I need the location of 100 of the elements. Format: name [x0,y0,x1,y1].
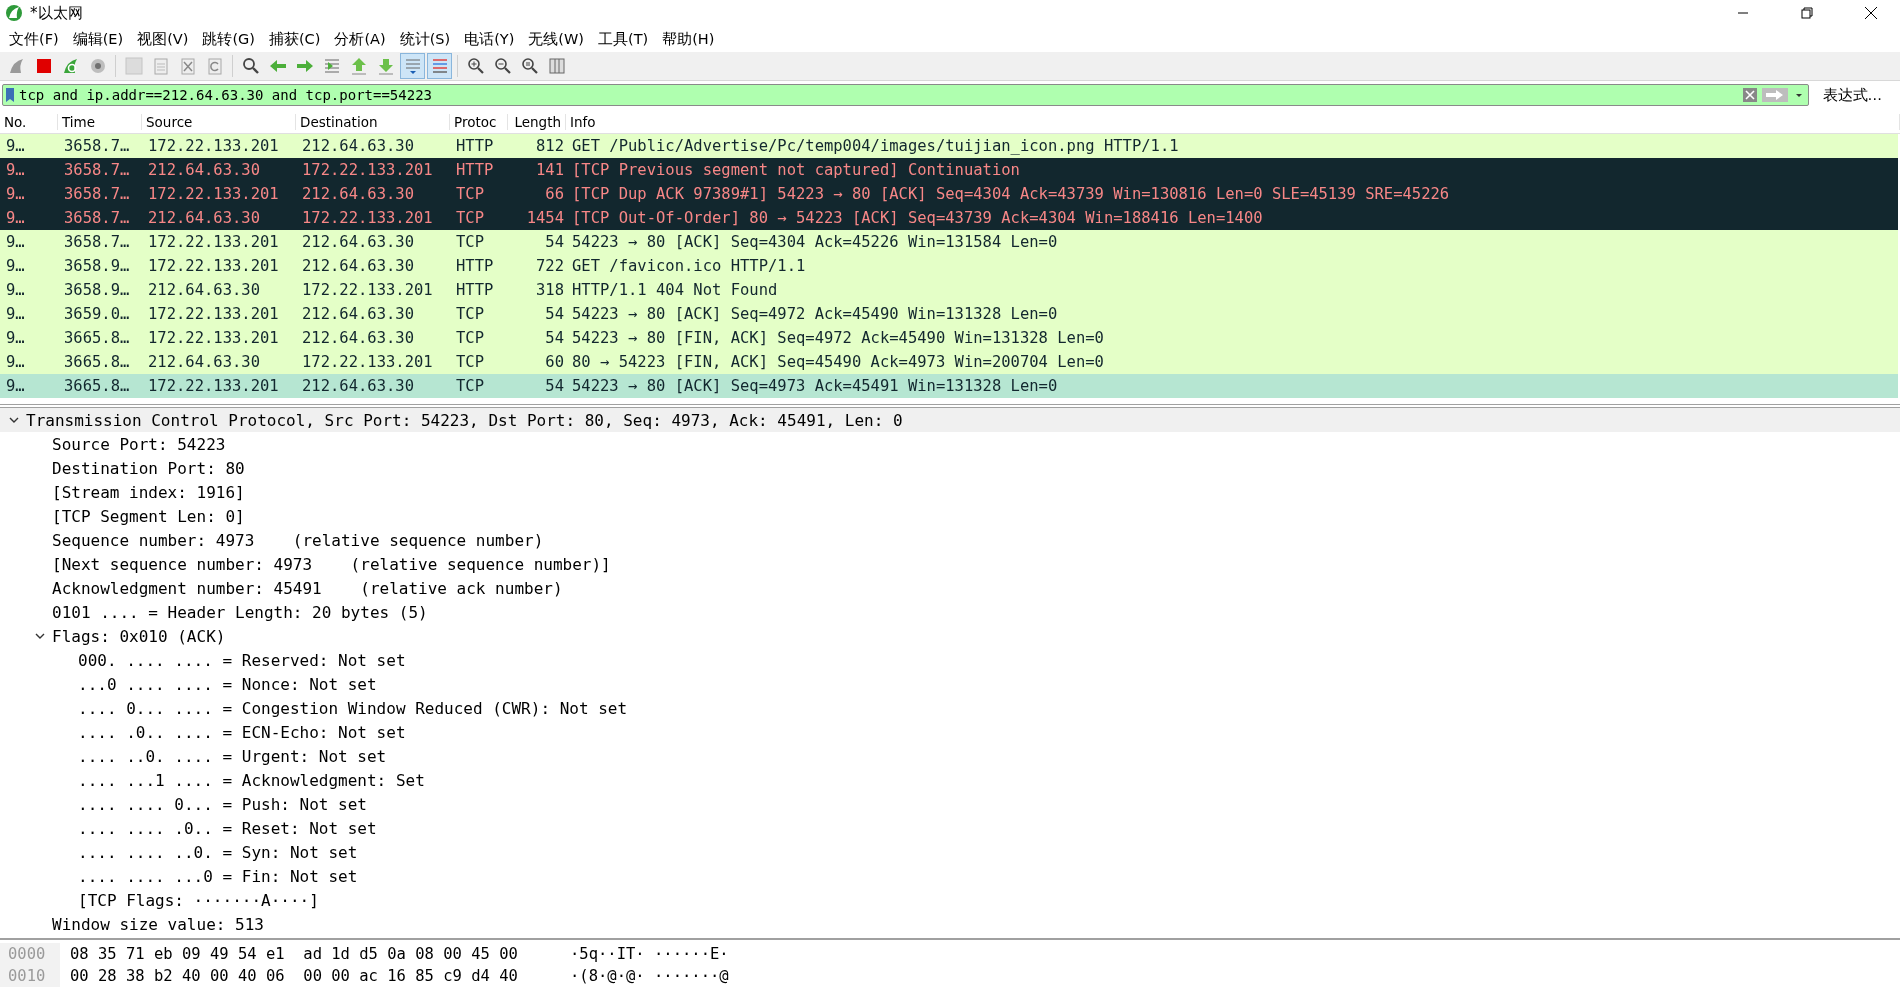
packet-row[interactable]: 9… 3658.7… 172.22.133.201 212.64.63.30 TCP 54 54223 → 80 [ACK] Seq=4304 Ack=45226 Win=131584 Len=0 [0,230,1898,254]
filter-text-input[interactable]: tcp and ip.addr==212.64.63.30 and tcp.port==54223 [19,87,1738,103]
table-cell-text: TCP [455,185,485,203]
table-cell-text: 318 [535,281,565,299]
table-cell-text: HTTP [455,161,495,179]
expression-button[interactable]: 表达式… [1814,85,1896,105]
column-header[interactable]: Destination [296,114,450,130]
tree-item[interactable]: .... .... 0... = Push: Not set [78,794,367,814]
window-title: *以太网 [30,3,84,23]
packet-row[interactable]: 9… 3658.7… 212.64.63.30 172.22.133.201 TCP 1454 [TCP Out-Of-Order] 80 → 54223 [ACK] Seq=43739 Ack=4304 Win=188416 Len=1400 [0,206,1898,230]
tree-item[interactable]: [Next sequence number: 4973 (relative sequence number)] [52,554,611,574]
table-cell-text: 172.22.133.201 [147,377,280,395]
menu-item[interactable]: 统计(S) [392,29,458,49]
menu-item[interactable]: 文件(F) [2,29,66,49]
table-cell-text: 3658.7… [63,185,131,203]
packet-row[interactable]: 9… 3658.9… 212.64.63.30 172.22.133.201 HTTP 318 HTTP/1.1 404 Not Found [0,278,1898,302]
menu-item[interactable]: 工具(T) [591,29,656,49]
tree-item[interactable]: [Stream index: 1916] [52,482,245,502]
tree-item[interactable]: ...0 .... .... = Nonce: Not set [78,674,377,694]
menu-item[interactable]: 电话(Y) [457,29,522,49]
table-cell-text: 172.22.133.201 [301,209,434,227]
menu-item[interactable]: 帮助(H) [655,29,722,49]
tree-item[interactable]: .... ..0. .... = Urgent: Not set [78,746,387,766]
tree-item[interactable]: .... ...1 .... = Acknowledgment: Set [78,770,425,790]
column-header[interactable]: Time [58,114,142,130]
table-cell-text: 212.64.63.30 [301,377,415,395]
tree-item[interactable]: 000. .... .... = Reserved: Not set [78,650,406,670]
tree-item[interactable]: .... 0... .... = Congestion Window Reduced (CWR): Not set [78,698,628,718]
column-header[interactable]: Protoc [450,114,508,130]
table-cell-text: 172.22.133.201 [301,281,434,299]
table-cell-text: 212.64.63.30 [147,209,261,227]
table-cell-text: 172.22.133.201 [301,161,434,179]
colorize-button[interactable] [427,53,452,79]
table-cell-text: 212.64.63.30 [147,161,261,179]
menu-item[interactable]: 视图(V) [130,29,196,49]
table-cell-text: 9… [5,353,26,371]
table-cell-text: 54223 → 80 [FIN, ACK] Seq=4972 Ack=45490 Win=131328 Len=0 [571,329,1105,347]
column-header[interactable]: No. [0,114,58,130]
column-header[interactable]: Source [142,114,296,130]
table-cell-text: 172.22.133.201 [147,137,280,155]
menu-item[interactable]: 跳转(G) [195,29,262,49]
table-cell-text: 9… [5,257,26,275]
tree-item[interactable]: Sequence number: 4973 (relative sequence number) [52,530,544,550]
table-cell-text: 212.64.63.30 [301,305,415,323]
table-cell-text: GET /favicon.ico HTTP/1.1 [571,257,807,275]
display-filter-field[interactable]: tcp and ip.addr==212.64.63.30 and tcp.port==54223 [2,84,1809,106]
tree-item[interactable]: 0101 .... = Header Length: 20 bytes (5) [52,602,428,622]
table-cell-text: [TCP Previous segment not captured] Continuation [571,161,1021,179]
table-cell-text: 9… [5,377,26,395]
table-cell-text: 172.22.133.201 [147,257,280,275]
tree-item[interactable]: .... .... ...0 = Fin: Not set [78,866,358,886]
table-cell-text: [TCP Out-Of-Order] 80 → 54223 [ACK] Seq=43739 Ack=4304 Win=188416 Len=1400 [571,209,1264,227]
table-cell-text: 172.22.133.201 [147,329,280,347]
packet-row[interactable]: 9… 3665.8… 172.22.133.201 212.64.63.30 TCP 54 54223 → 80 [ACK] Seq=4973 Ack=45491 Win=131328 Len=0 [0,374,1898,398]
table-cell-text: 80 → 54223 [FIN, ACK] Seq=45490 Ack=4973 Win=200704 Len=0 [571,353,1105,371]
table-cell-text: 212.64.63.30 [301,329,415,347]
table-cell-text: 3658.7… [63,161,131,179]
column-header[interactable]: Length [508,114,566,130]
tree-item[interactable]: [TCP Segment Len: 0] [52,506,245,526]
tree-item[interactable]: [TCP Flags: ·······A····] [78,890,319,910]
table-cell-text: 212.64.63.30 [301,257,415,275]
table-cell-text: 9… [5,281,26,299]
packet-row[interactable]: 9… 3659.0… 172.22.133.201 212.64.63.30 TCP 54 54223 → 80 [ACK] Seq=4972 Ack=45490 Win=131328 Len=0 [0,302,1898,326]
packet-row[interactable]: 9… 3665.8… 212.64.63.30 172.22.133.201 TCP 60 80 → 54223 [FIN, ACK] Seq=45490 Ack=4973 Win=200704 Len=0 [0,350,1898,374]
column-header[interactable]: Info [566,114,1900,130]
table-cell-text: 54223 → 80 [ACK] Seq=4972 Ack=45490 Win=131328 Len=0 [571,305,1059,323]
tree-item[interactable]: .... .0.. .... = ECN-Echo: Not set [78,722,406,742]
table-cell-text: 212.64.63.30 [301,233,415,251]
tree-item[interactable]: Transmission Control Protocol, Src Port: 54223, Dst Port: 80, Seq: 4973, Ack: 45491, Len: 0 [26,410,903,430]
table-cell-text: HTTP [455,257,495,275]
tree-item[interactable]: Window size value: 513 [52,914,264,934]
tree-header-row[interactable]: Transmission Control Protocol, Src Port: 54223, Dst Port: 80, Seq: 4973, Ack: 45491, Len: 0 [0,408,1900,432]
tree-item[interactable]: Destination Port: 80 [52,458,245,478]
hex-bytes: 08 35 71 eb 09 49 54 e1 ad 1d d5 0a 08 00 45 00 [69,945,519,963]
menu-item[interactable]: 分析(A) [327,29,393,49]
packet-row[interactable]: 9… 3658.9… 172.22.133.201 212.64.63.30 HTTP 722 GET /favicon.ico HTTP/1.1 [0,254,1898,278]
tree-item[interactable]: .... .... ..0. = Syn: Not set [78,842,358,862]
zoom-reset-icon [519,56,540,76]
clear-icon[interactable] [1741,87,1758,103]
packet-row[interactable]: 9… 3658.7… 172.22.133.201 212.64.63.30 HTTP 812 GET /Public/Advertise/Pc/temp004/images/tuijian_icon.png HTTP/1.1 [0,134,1898,158]
close-icon [1864,6,1878,20]
menu-item[interactable]: 无线(W) [521,29,591,49]
menu-item[interactable]: 编辑(E) [65,29,131,49]
packet-row[interactable]: 9… 3658.7… 172.22.133.201 212.64.63.30 TCP 66 [TCP Dup ACK 97389#1] 54223 → 80 [ACK] Seq=4304 Ack=43739 Win=130816 Len=0 SLE=45139 SRE=45226 [0,182,1898,206]
packet-row[interactable]: 9… 3658.7… 212.64.63.30 172.22.133.201 HTTP 141 [TCP Previous segment not captured] Continuation [0,158,1898,182]
menu-item[interactable]: 捕获(C) [261,29,328,49]
packet-row[interactable]: 9… 3665.8… 172.22.133.201 212.64.63.30 TCP 54 54223 → 80 [FIN, ACK] Seq=4972 Ack=45490 Win=131328 Len=0 [0,326,1898,350]
table-cell-text: 3665.8… [63,353,131,371]
table-cell-text: HTTP [455,137,495,155]
table-cell-text: 9… [5,305,26,323]
tree-item[interactable]: Source Port: 54223 [52,434,226,454]
table-cell-text: 3658.9… [63,281,131,299]
autoscroll-button[interactable] [400,53,425,79]
tree-item[interactable]: Acknowledgment number: 45491 (relative ack number) [52,578,563,598]
table-cell-text: 212.64.63.30 [147,353,261,371]
table-cell-text: 3659.0… [63,305,131,323]
table-cell-text: 3665.8… [63,329,131,347]
table-cell-text: 172.22.133.201 [301,353,434,371]
tree-item[interactable]: Flags: 0x010 (ACK) [52,626,226,646]
tree-item[interactable]: .... .... .0.. = Reset: Not set [78,818,377,838]
